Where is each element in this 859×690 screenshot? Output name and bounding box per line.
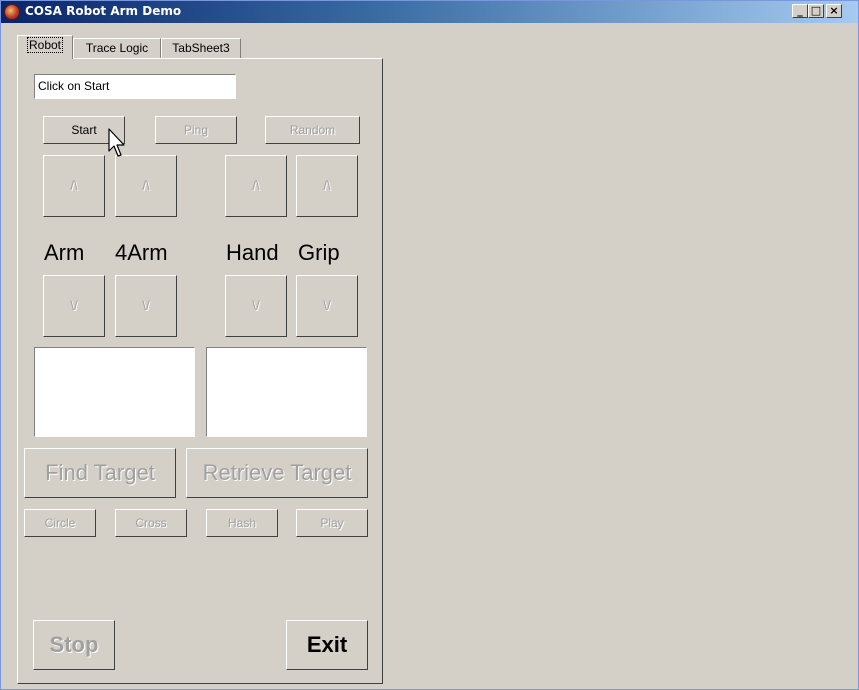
close-button[interactable]: × xyxy=(826,4,842,18)
exit-button[interactable]: Exit xyxy=(286,620,368,670)
retrieve-target-button[interactable]: Retrieve Target xyxy=(186,448,368,498)
maximize-button[interactable]: □ xyxy=(808,4,824,18)
status-field[interactable]: Click on Start xyxy=(34,74,236,99)
forearm-label: 4Arm xyxy=(115,240,168,265)
ping-button[interactable]: Ping xyxy=(155,116,237,144)
grip-up-button[interactable]: /\ xyxy=(296,155,358,217)
grip-label: Grip xyxy=(298,240,340,265)
hand-up-button[interactable]: /\ xyxy=(225,155,287,217)
window-title: COSA Robot Arm Demo xyxy=(25,4,182,18)
arm-up-button[interactable]: /\ xyxy=(43,155,105,217)
grip-down-button[interactable]: \/ xyxy=(296,275,358,337)
title-bar[interactable]: COSA Robot Arm Demo _ □ × xyxy=(1,1,858,23)
stop-button[interactable]: Stop xyxy=(33,620,115,670)
forearm-up-button[interactable]: /\ xyxy=(115,155,177,217)
hand-down-button[interactable]: \/ xyxy=(225,275,287,337)
hash-button[interactable]: Hash xyxy=(206,509,278,537)
tab-robot[interactable]: Robot xyxy=(17,35,73,59)
tab-trace-logic-label: Trace Logic xyxy=(85,41,149,55)
hand-label: Hand xyxy=(226,240,279,265)
mouse-pointer-icon xyxy=(108,128,125,157)
tab-tabsheet3[interactable]: TabSheet3 xyxy=(161,38,241,58)
arm-down-button[interactable]: \/ xyxy=(43,275,105,337)
minimize-button[interactable]: _ xyxy=(792,4,808,18)
forearm-down-button[interactable]: \/ xyxy=(115,275,177,337)
arm-label: Arm xyxy=(44,240,85,265)
tab-tabsheet3-label: TabSheet3 xyxy=(172,41,230,55)
random-button[interactable]: Random xyxy=(265,116,360,144)
tab-robot-label: Robot xyxy=(26,37,64,53)
find-target-button[interactable]: Find Target xyxy=(24,448,176,498)
left-display-panel xyxy=(34,347,195,437)
app-icon xyxy=(4,4,20,20)
tab-trace-logic[interactable]: Trace Logic xyxy=(73,38,161,58)
play-button[interactable]: Play xyxy=(296,509,368,537)
cross-button[interactable]: Cross xyxy=(115,509,187,537)
circle-button[interactable]: Circle xyxy=(24,509,96,537)
right-display-panel xyxy=(206,347,367,437)
